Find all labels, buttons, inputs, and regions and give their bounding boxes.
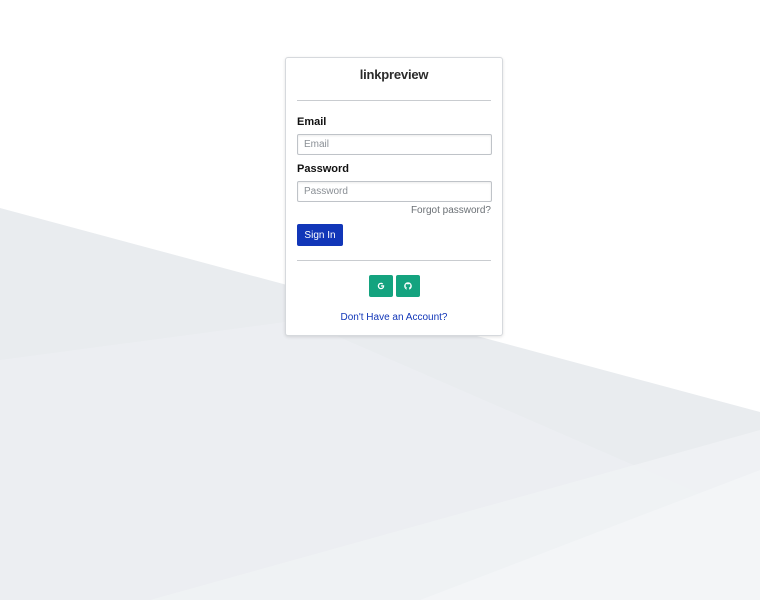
- email-label: Email: [297, 116, 327, 128]
- google-login-button[interactable]: [369, 275, 393, 297]
- bottom-divider: [297, 260, 491, 261]
- brand-logo: linkpreview: [359, 67, 429, 82]
- password-label: Password: [297, 163, 349, 175]
- top-divider: [297, 100, 491, 101]
- google-icon: [377, 282, 385, 290]
- forgot-password-link[interactable]: Forgot password?: [411, 205, 491, 216]
- email-field[interactable]: [297, 134, 492, 155]
- login-card: linkpreview Email Password Forgot passwo…: [285, 57, 503, 336]
- github-login-button[interactable]: [396, 275, 420, 297]
- create-account-link[interactable]: Don't Have an Account?: [286, 312, 502, 323]
- github-icon: [404, 282, 412, 290]
- password-field[interactable]: [297, 181, 492, 202]
- sign-in-button[interactable]: Sign In: [297, 224, 343, 246]
